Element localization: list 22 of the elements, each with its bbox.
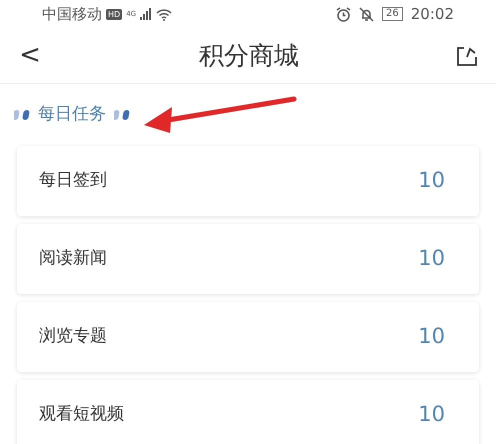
alarm-icon: [336, 6, 352, 22]
decoration-icon: [114, 109, 130, 121]
task-points: 10: [418, 245, 445, 272]
time-text: 20:02: [410, 4, 454, 25]
hd-badge: HD: [106, 8, 122, 20]
task-name: 观看短视频: [39, 403, 124, 426]
section-title: 每日任务: [38, 103, 106, 126]
task-name: 浏览专题: [39, 325, 107, 348]
signal-icon: [140, 8, 152, 20]
bell-muted-icon: [359, 6, 374, 22]
share-icon[interactable]: [456, 44, 478, 66]
battery-indicator: 26: [382, 7, 403, 21]
page-title: 积分商城: [199, 40, 299, 72]
task-name: 每日签到: [39, 169, 107, 192]
decoration-icon: [14, 109, 30, 121]
task-points: 10: [418, 323, 445, 350]
wifi-icon: [156, 8, 172, 20]
task-points: 10: [418, 167, 445, 194]
back-button[interactable]: <: [18, 36, 42, 75]
task-name: 阅读新闻: [39, 247, 107, 270]
carrier-text: 中国移动: [42, 4, 102, 25]
task-points: 10: [418, 401, 445, 428]
